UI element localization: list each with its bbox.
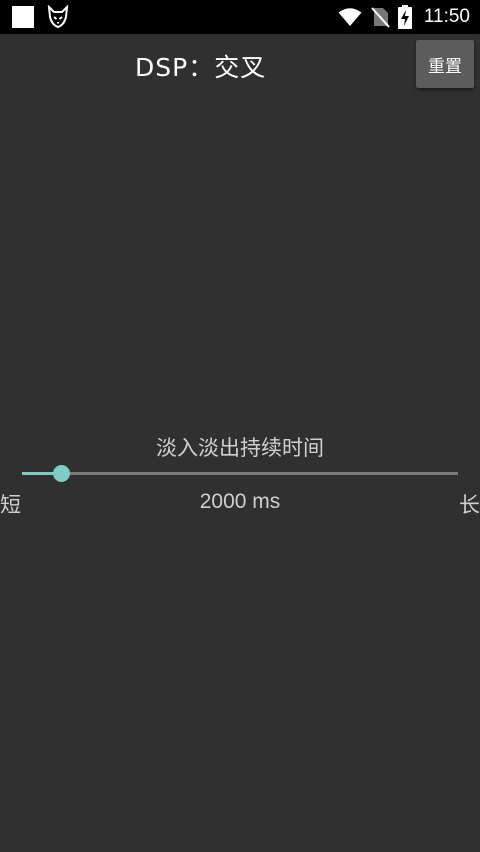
slider-max-label: 长 (459, 493, 480, 517)
fade-duration-slider[interactable] (22, 465, 458, 482)
page-title: DSP：交叉 (135, 53, 267, 82)
slider-value: 2000 ms (199, 490, 281, 513)
status-bar: 11:50 (0, 0, 480, 34)
no-sim-icon (370, 6, 390, 28)
screen: 11:50 DSP：交叉 重置 淡入淡出持续时间 短 2000 ms 长 (0, 0, 480, 852)
reset-button[interactable]: 重置 (416, 40, 474, 88)
battery-charging-icon (397, 5, 412, 29)
wifi-icon (338, 7, 362, 27)
slider-label: 淡入淡出持续时间 (156, 436, 324, 460)
clock: 11:50 (423, 6, 470, 27)
slider-thumb[interactable] (53, 465, 71, 482)
fox-app-icon (46, 5, 70, 29)
app-square-icon (12, 6, 34, 28)
